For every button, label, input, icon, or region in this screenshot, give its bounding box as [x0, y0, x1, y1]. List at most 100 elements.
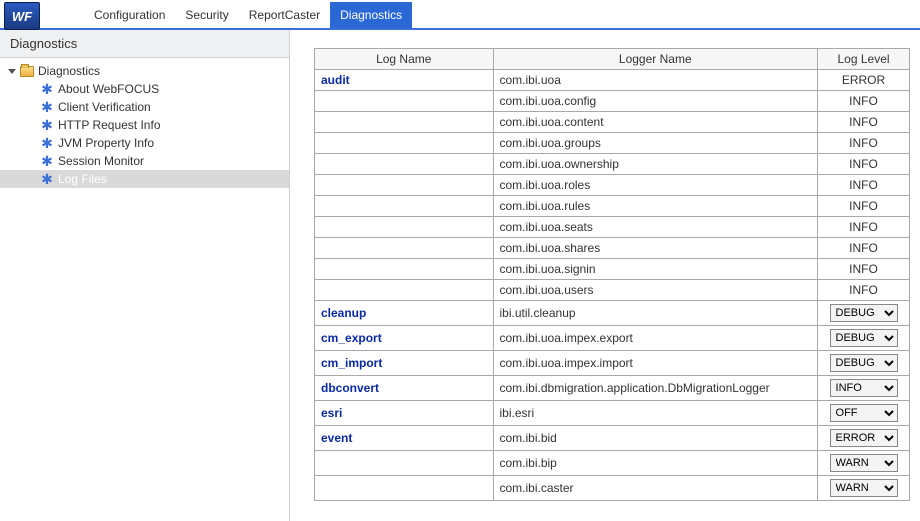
cell-logger-name: com.ibi.uoa.users [493, 280, 818, 301]
cell-log-name [315, 217, 494, 238]
table-row: auditcom.ibi.uoaERROR [315, 70, 910, 91]
tree-item[interactable]: JVM Property Info [0, 134, 289, 152]
col-header-log-name: Log Name [315, 49, 494, 70]
cell-log-level: OFFERRORWARNINFODEBUGTRACE [818, 326, 910, 351]
table-row: com.ibi.uoa.configINFO [315, 91, 910, 112]
log-level-select[interactable]: OFFERRORWARNINFODEBUGTRACE [830, 379, 898, 397]
tree-root[interactable]: Diagnostics [0, 62, 289, 80]
cell-log-level: INFO [818, 238, 910, 259]
log-level-select[interactable]: OFFERRORWARNINFODEBUGTRACE [830, 404, 898, 422]
cell-log-name [315, 91, 494, 112]
table-row: com.ibi.bip OFFERRORWARNINFODEBUGTRACE [315, 451, 910, 476]
tree-item-label: HTTP Request Info [58, 118, 161, 132]
menu-item-security[interactable]: Security [175, 2, 238, 28]
tree-item-label: JVM Property Info [58, 136, 154, 150]
cell-log-level: OFFERRORWARNINFODEBUGTRACE [818, 301, 910, 326]
log-level-select[interactable]: OFFERRORWARNINFODEBUGTRACE [830, 479, 898, 497]
gear-icon [40, 154, 54, 168]
main-menu: ConfigurationSecurityReportCasterDiagnos… [44, 0, 412, 28]
top-bar: WF ConfigurationSecurityReportCasterDiag… [0, 0, 920, 30]
tree-item[interactable]: HTTP Request Info [0, 116, 289, 134]
tree-item[interactable]: Log Files [0, 170, 289, 188]
tree-item-label: Log Files [58, 172, 107, 186]
table-row: com.ibi.uoa.groupsINFO [315, 133, 910, 154]
cell-log-name [315, 451, 494, 476]
cell-log-name: dbconvert [315, 376, 494, 401]
table-row: com.ibi.uoa.rolesINFO [315, 175, 910, 196]
tree-item-label: About WebFOCUS [58, 82, 159, 96]
menu-item-configuration[interactable]: Configuration [84, 2, 175, 28]
cell-log-name: cm_export [315, 326, 494, 351]
col-header-logger-name: Logger Name [493, 49, 818, 70]
cell-log-name: cleanup [315, 301, 494, 326]
cell-log-level: ERROR [818, 70, 910, 91]
cell-log-level: INFO [818, 280, 910, 301]
cell-logger-name: com.ibi.uoa.rules [493, 196, 818, 217]
tree-item-label: Client Verification [58, 100, 151, 114]
cell-log-name [315, 196, 494, 217]
cell-log-name [315, 175, 494, 196]
gear-icon [40, 118, 54, 132]
cell-log-name: audit [315, 70, 494, 91]
cell-log-name [315, 238, 494, 259]
tree-item[interactable]: Client Verification [0, 98, 289, 116]
main-panel: Log Name Logger Name Log Level auditcom.… [290, 30, 920, 521]
log-table: Log Name Logger Name Log Level auditcom.… [314, 48, 910, 501]
table-row: esriibi.esriOFFERRORWARNINFODEBUGTRACE [315, 401, 910, 426]
cell-log-level: INFO [818, 217, 910, 238]
cell-logger-name: ibi.esri [493, 401, 818, 426]
table-row: com.ibi.uoa.contentINFO [315, 112, 910, 133]
col-header-log-level: Log Level [818, 49, 910, 70]
table-row: com.ibi.uoa.seatsINFO [315, 217, 910, 238]
cell-log-name [315, 112, 494, 133]
cell-log-level: INFO [818, 154, 910, 175]
cell-logger-name: com.ibi.uoa.impex.import [493, 351, 818, 376]
tree-item[interactable]: Session Monitor [0, 152, 289, 170]
cell-logger-name: com.ibi.uoa.roles [493, 175, 818, 196]
folder-icon [20, 66, 34, 77]
cell-log-level: OFFERRORWARNINFODEBUGTRACE [818, 426, 910, 451]
chevron-down-icon [8, 69, 16, 74]
table-header-row: Log Name Logger Name Log Level [315, 49, 910, 70]
log-level-select[interactable]: OFFERRORWARNINFODEBUGTRACE [830, 354, 898, 372]
cell-log-level: OFFERRORWARNINFODEBUGTRACE [818, 401, 910, 426]
cell-log-name: event [315, 426, 494, 451]
log-level-select[interactable]: OFFERRORWARNINFODEBUGTRACE [830, 429, 898, 447]
tree-item[interactable]: About WebFOCUS [0, 80, 289, 98]
app-logo: WF [4, 2, 40, 30]
menu-item-reportcaster[interactable]: ReportCaster [239, 2, 330, 28]
body: Diagnostics Diagnostics About WebFOCUS Cl… [0, 30, 920, 521]
cell-logger-name: com.ibi.uoa.ownership [493, 154, 818, 175]
cell-logger-name: com.ibi.uoa.seats [493, 217, 818, 238]
log-level-select[interactable]: OFFERRORWARNINFODEBUGTRACE [830, 304, 898, 322]
cell-logger-name: com.ibi.bip [493, 451, 818, 476]
cell-logger-name: com.ibi.dbmigration.application.DbMigrat… [493, 376, 818, 401]
table-row: com.ibi.uoa.ownershipINFO [315, 154, 910, 175]
cell-logger-name: com.ibi.uoa.signin [493, 259, 818, 280]
cell-log-name [315, 133, 494, 154]
table-row: com.ibi.casterOFFERRORWARNINFODEBUGTRACE [315, 476, 910, 501]
cell-log-name [315, 476, 494, 501]
cell-log-name [315, 280, 494, 301]
cell-log-level: OFFERRORWARNINFODEBUGTRACE [818, 451, 910, 476]
log-level-select[interactable]: OFFERRORWARNINFODEBUGTRACE [830, 329, 898, 347]
table-row: com.ibi.uoa.rulesINFO [315, 196, 910, 217]
sidebar: Diagnostics Diagnostics About WebFOCUS Cl… [0, 30, 290, 521]
table-row: eventcom.ibi.bidOFFERRORWARNINFODEBUGTRA… [315, 426, 910, 451]
cell-logger-name: com.ibi.uoa [493, 70, 818, 91]
sidebar-title: Diagnostics [0, 30, 289, 58]
cell-log-level: INFO [818, 175, 910, 196]
cell-log-level: INFO [818, 91, 910, 112]
tree: Diagnostics About WebFOCUS Client Verific… [0, 58, 289, 192]
gear-icon [40, 82, 54, 96]
cell-log-name [315, 259, 494, 280]
table-row: com.ibi.uoa.signinINFO [315, 259, 910, 280]
tree-item-label: Session Monitor [58, 154, 144, 168]
table-row: cm_importcom.ibi.uoa.impex.import OFFERRO… [315, 351, 910, 376]
cell-log-name: cm_import [315, 351, 494, 376]
cell-logger-name: ibi.util.cleanup [493, 301, 818, 326]
log-level-select[interactable]: OFFERRORWARNINFODEBUGTRACE [830, 454, 898, 472]
table-row: cleanupibi.util.cleanup OFFERRORWARNINFOD… [315, 301, 910, 326]
cell-logger-name: com.ibi.uoa.groups [493, 133, 818, 154]
menu-item-diagnostics[interactable]: Diagnostics [330, 2, 412, 28]
